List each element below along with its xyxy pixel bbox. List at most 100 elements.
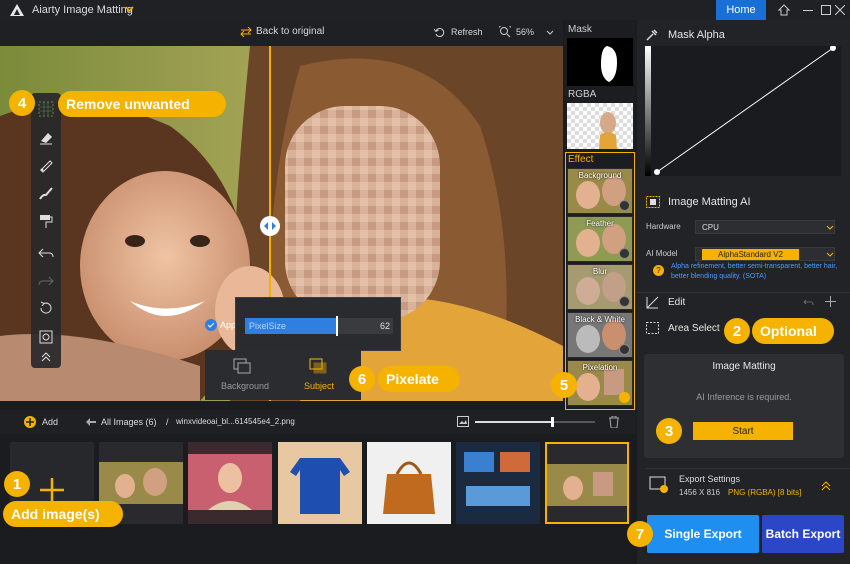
image-thumbnail[interactable] — [278, 442, 362, 524]
ai-model-select[interactable]: AlphaStandard V2 — [695, 247, 835, 261]
effect-black-white[interactable]: Black & White — [567, 312, 633, 358]
start-button[interactable]: Start — [693, 422, 793, 440]
app-logo-icon — [10, 4, 24, 16]
reset-icon[interactable] — [36, 298, 56, 318]
gallery-toolbar: Add All Images (6) / winxvideoai_bl...61… — [0, 410, 636, 434]
effect-feather[interactable]: Feather — [567, 216, 633, 262]
eyedropper-icon — [646, 29, 658, 41]
compare-icon[interactable] — [240, 27, 252, 37]
thumbnail-size-slider[interactable] — [475, 417, 595, 427]
eraser-icon[interactable] — [36, 128, 56, 148]
rgba-thumbnail[interactable] — [567, 103, 633, 149]
hardware-value: CPU — [702, 222, 719, 232]
brush-icon[interactable] — [36, 155, 56, 175]
edit-section[interactable]: Edit — [668, 297, 685, 308]
dialog-title: Image Matting — [712, 361, 776, 372]
export-settings-icon — [649, 476, 669, 494]
ai-model-chevron-icon[interactable] — [826, 252, 834, 257]
mask-effect-column: Mask RGBA Effect Background Feather Blur… — [565, 20, 635, 410]
apply-label: App — [220, 320, 237, 330]
rgba-label: RGBA — [568, 89, 597, 100]
current-filename: winxvideoai_bl...614545e4_2.png — [176, 417, 295, 426]
effect-radio[interactable] — [619, 200, 630, 211]
back-to-original-button[interactable]: Back to original — [256, 26, 324, 37]
zoom-level[interactable]: 56% — [516, 27, 534, 37]
effect-blur[interactable]: Blur — [567, 264, 633, 310]
home-button[interactable]: Home — [716, 0, 766, 20]
back-arrow-icon[interactable] — [86, 418, 96, 426]
chevron-down-icon[interactable] — [125, 6, 134, 12]
hardware-select[interactable]: CPU — [695, 220, 835, 234]
thumbnail-slider-thumb[interactable] — [551, 417, 554, 427]
ai-matting-icon — [646, 196, 660, 208]
app-title: Aiarty Image Matting — [32, 4, 133, 16]
effect-background-label: Background — [578, 171, 622, 180]
collapse-up-icon[interactable] — [36, 350, 56, 364]
dialog-message: AI Inference is required. — [696, 392, 792, 402]
export-format: PNG (RGBA) [8 bits] — [728, 488, 802, 497]
mask-thumbnail[interactable] — [567, 38, 633, 86]
redo-icon[interactable] — [36, 271, 56, 291]
callout-add-images: Add image(s) — [3, 501, 123, 527]
image-thumbnail-selected[interactable] — [545, 442, 629, 524]
effect-radio[interactable] — [619, 248, 630, 259]
callout-remove-unwanted: Remove unwanted — [58, 91, 226, 117]
step-badge-2: 2 — [724, 318, 750, 344]
roller-icon[interactable] — [36, 211, 56, 231]
image-gallery — [0, 434, 636, 564]
ai-model-description: Alpha refinement, better semi-transparen… — [671, 263, 838, 280]
title-bar: Aiarty Image Matting Home — [0, 0, 850, 20]
step-badge-3: 3 — [656, 418, 682, 444]
selected-check-icon[interactable] — [619, 392, 630, 403]
zoom-icon[interactable] — [499, 26, 511, 38]
select-area-icon[interactable] — [36, 99, 56, 119]
breadcrumb-separator: / — [166, 417, 169, 427]
effect-blur-label: Blur — [592, 267, 608, 276]
effect-label: Effect — [568, 154, 594, 165]
undo-icon[interactable] — [36, 243, 56, 263]
edit-reset-icon[interactable] — [803, 297, 814, 308]
pixel-size-slider[interactable]: PixelSize — [245, 316, 393, 336]
effect-feather-label: Feather — [586, 219, 614, 228]
help-icon[interactable]: ? — [653, 265, 664, 276]
export-expand-icon[interactable] — [821, 481, 831, 491]
plus-icon — [40, 478, 64, 502]
area-select-section[interactable]: Area Select — [668, 323, 720, 334]
step-badge-4: 4 — [9, 90, 35, 116]
hardware-chevron-icon[interactable] — [826, 225, 834, 230]
background-mode-icon[interactable] — [233, 358, 251, 374]
close-icon[interactable] — [830, 0, 850, 20]
apply-checkbox[interactable]: App — [205, 319, 236, 331]
effect-radio[interactable] — [619, 296, 630, 307]
area-select-icon — [646, 322, 659, 334]
restore-brush-icon[interactable] — [36, 183, 56, 203]
fit-screen-icon[interactable] — [36, 327, 56, 347]
image-thumbnail[interactable] — [188, 442, 272, 524]
right-panel: Mask Alpha Image Matting AI Hardware CPU… — [637, 20, 850, 564]
all-images-link[interactable]: All Images (6) — [101, 417, 157, 427]
single-export-button[interactable]: Single Export — [647, 515, 759, 553]
subject-mode-icon[interactable] — [309, 358, 327, 374]
effect-radio[interactable] — [619, 344, 630, 355]
add-button[interactable]: Add — [42, 417, 58, 427]
compare-handle-icon[interactable] — [260, 216, 280, 236]
export-settings-title[interactable]: Export Settings — [679, 474, 740, 484]
slider-thumb[interactable] — [335, 316, 338, 336]
image-thumbnail[interactable] — [456, 442, 540, 524]
slider-label: PixelSize — [249, 321, 287, 331]
refresh-button[interactable]: Refresh — [451, 27, 483, 37]
zoom-chevron-icon[interactable] — [546, 30, 554, 35]
subject-mode-label[interactable]: Subject — [291, 381, 347, 391]
effect-target-panel: Background Subject — [205, 350, 361, 400]
background-mode-label[interactable]: Background — [215, 381, 275, 391]
mask-alpha-curve[interactable] — [645, 46, 841, 176]
batch-export-button[interactable]: Batch Export — [762, 515, 844, 553]
add-icon[interactable] — [24, 416, 36, 428]
callout-optional: Optional — [752, 318, 834, 344]
image-thumbnail[interactable] — [367, 442, 451, 524]
edit-add-icon[interactable] — [825, 296, 836, 307]
thumbnail-size-icon[interactable] — [457, 416, 469, 427]
trash-icon[interactable] — [609, 416, 619, 428]
refresh-icon[interactable] — [434, 27, 445, 38]
effect-background[interactable]: Background — [567, 168, 633, 214]
